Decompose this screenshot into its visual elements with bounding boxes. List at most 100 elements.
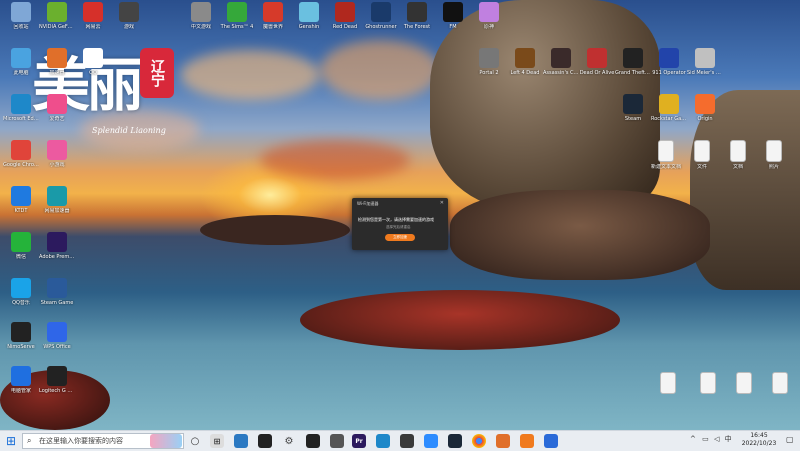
taskbar-pinned-app-icon[interactable] bbox=[496, 434, 510, 448]
desktop-icon[interactable]: Rockstar Games bbox=[651, 94, 687, 122]
taskbar-pinned-app-icon[interactable] bbox=[424, 434, 438, 448]
cloud bbox=[260, 140, 410, 180]
dialog-accelerate-button[interactable]: 立即加速 bbox=[385, 234, 415, 241]
desktop-icon[interactable]: Dead Or Alive bbox=[579, 48, 615, 76]
logo-seal-text: 辽宁 bbox=[149, 59, 165, 87]
desktop-icon-label: WPS Office bbox=[43, 344, 71, 350]
desktop-icon[interactable]: Left 4 Dead bbox=[507, 48, 543, 76]
desktop-file[interactable] bbox=[762, 372, 798, 396]
desktop-file-label: 新建文本文档 bbox=[650, 164, 681, 170]
desktop-file[interactable] bbox=[650, 372, 686, 396]
notifications-icon[interactable]: ▢ bbox=[786, 435, 794, 444]
desktop-icon[interactable]: 加速器 bbox=[39, 48, 75, 76]
desktop-icon[interactable]: Origin bbox=[687, 94, 723, 122]
desktop-icon[interactable]: QQ bbox=[75, 48, 111, 76]
taskbar-pinned-app-icon[interactable] bbox=[448, 434, 462, 448]
desktop-icon[interactable]: 爱奇艺 bbox=[39, 94, 75, 122]
premiere-taskbar-icon[interactable]: Pr bbox=[352, 434, 366, 448]
settings-gear-icon[interactable]: ⚙ bbox=[282, 434, 296, 448]
taskbar-pinned-app-icon[interactable] bbox=[234, 434, 248, 448]
desktop-icon[interactable]: KTDT bbox=[3, 186, 39, 214]
desktop-icon[interactable]: WPS Office bbox=[39, 322, 75, 350]
desktop-icon[interactable]: 网易加速器 bbox=[39, 186, 75, 214]
desktop-icon[interactable]: QQ音乐 bbox=[3, 278, 39, 306]
volume-icon[interactable]: ◁ bbox=[714, 435, 719, 443]
desktop-file[interactable]: 文件 bbox=[684, 140, 720, 170]
desktop-icon[interactable]: Google Chrome bbox=[3, 140, 39, 168]
desktop-file[interactable]: 照片 bbox=[756, 140, 792, 170]
ghostrunner-icon bbox=[371, 2, 391, 22]
windows-icon: ⊞ bbox=[5, 434, 17, 448]
uu-icon bbox=[47, 186, 67, 206]
desktop-icon[interactable]: Grand Theft Auto IV bbox=[615, 48, 651, 76]
edge-taskbar-icon[interactable] bbox=[376, 434, 390, 448]
taskbar-pinned-app-icon[interactable] bbox=[520, 434, 534, 448]
desktop-icon-label: QQ bbox=[89, 70, 97, 76]
desktop-icon[interactable]: Red Dead bbox=[327, 2, 363, 30]
desktop-icon[interactable]: Sid Meier's Civilization bbox=[687, 48, 723, 76]
desktop-icon[interactable]: 游戏 bbox=[111, 2, 147, 30]
desktop-icon[interactable]: Assassin's Creed bbox=[543, 48, 579, 76]
desktop-icon[interactable]: 911 Operator bbox=[651, 48, 687, 76]
desktop-icon-label: Origin bbox=[697, 116, 713, 122]
network-icon[interactable]: ▭ bbox=[702, 435, 709, 443]
desktop-icon-label: Steam bbox=[624, 116, 642, 122]
desktop-icon[interactable]: Portal 2 bbox=[471, 48, 507, 76]
desktop-icon[interactable]: Steam bbox=[615, 94, 651, 122]
wechat-icon bbox=[11, 232, 31, 252]
start-button[interactable]: ⊞ bbox=[4, 434, 18, 448]
tray-expand-icon[interactable]: ^ bbox=[690, 435, 696, 443]
desktop-icon[interactable]: Steam Game bbox=[39, 278, 75, 306]
document-icon bbox=[660, 372, 676, 394]
taskbar-pinned-app-icon[interactable] bbox=[258, 434, 272, 448]
desktop-icon[interactable]: 回收站 bbox=[3, 2, 39, 30]
game-icon bbox=[47, 278, 67, 298]
taskbar-pinned-app-icon[interactable] bbox=[330, 434, 344, 448]
taskbar-pinned-app-icon[interactable] bbox=[544, 434, 558, 448]
minigame-icon bbox=[47, 140, 67, 160]
desktop-icon-label: Rockstar Games bbox=[651, 116, 687, 122]
desktop-icon[interactable]: 此电脑 bbox=[3, 48, 39, 76]
desktop-icon[interactable]: NimoServe bbox=[3, 322, 39, 350]
nvidia-icon bbox=[47, 2, 67, 22]
desktop-icon[interactable]: NVIDIA GeForce bbox=[39, 2, 75, 30]
desktop-icon[interactable]: 小游戏 bbox=[39, 140, 75, 168]
task-view-icon[interactable]: ○ bbox=[188, 434, 202, 448]
dialog-close-button[interactable]: ✕ bbox=[440, 200, 444, 206]
gta-icon bbox=[623, 48, 643, 68]
nimo-icon bbox=[11, 322, 31, 342]
desktop-icon[interactable]: 微信 bbox=[3, 232, 39, 260]
desktop-icon[interactable]: The Forest bbox=[399, 2, 435, 30]
rock-shore bbox=[450, 190, 710, 280]
taskbar-pinned-app-icon[interactable] bbox=[150, 434, 182, 448]
taskbar-pinned-app-icon[interactable]: ⊞ bbox=[210, 434, 224, 448]
desktop-icon[interactable]: Logitech G HUB bbox=[39, 366, 75, 394]
ac-icon bbox=[551, 48, 571, 68]
desktop-file[interactable]: 新建文本文档 bbox=[648, 140, 684, 170]
desktop-icon[interactable]: Microsoft Edge bbox=[3, 94, 39, 122]
desktop-icon[interactable]: 电脑管家 bbox=[3, 366, 39, 394]
taskbar-pinned-app-icon[interactable] bbox=[306, 434, 320, 448]
desktop-icon[interactable]: 魔兽世界 bbox=[255, 2, 291, 30]
desktop-file[interactable] bbox=[726, 372, 762, 396]
language-indicator[interactable]: 中 bbox=[725, 435, 732, 443]
genshin-icon bbox=[299, 2, 319, 22]
desktop-icon[interactable]: 中文游戏 bbox=[183, 2, 219, 30]
dialog-sub-message: 选择完后请重启 bbox=[386, 225, 411, 229]
desktop-icon[interactable]: The Sims™ 4 bbox=[219, 2, 255, 30]
taskbar-pinned-app-icon[interactable] bbox=[400, 434, 414, 448]
desktop-file[interactable] bbox=[690, 372, 726, 396]
clock[interactable]: 16:45 2022/10/23 bbox=[734, 432, 784, 448]
desktop-icon[interactable]: FM bbox=[435, 2, 471, 30]
desktop-icon-label: Microsoft Edge bbox=[3, 116, 39, 122]
desktop-icon[interactable]: Genshin bbox=[291, 2, 327, 30]
chrome-taskbar-icon[interactable] bbox=[472, 434, 486, 448]
desktop-file[interactable]: 文档 bbox=[720, 140, 756, 170]
cloud bbox=[320, 40, 440, 100]
desktop-icon[interactable]: 原神 bbox=[471, 2, 507, 30]
desktop-icon[interactable]: Adobe Premiere P... bbox=[39, 232, 75, 260]
desktop-icon[interactable]: Ghostrunner bbox=[363, 2, 399, 30]
ghub-icon bbox=[47, 366, 67, 386]
desktop-icon[interactable]: 网易云 bbox=[75, 2, 111, 30]
doa-icon bbox=[587, 48, 607, 68]
